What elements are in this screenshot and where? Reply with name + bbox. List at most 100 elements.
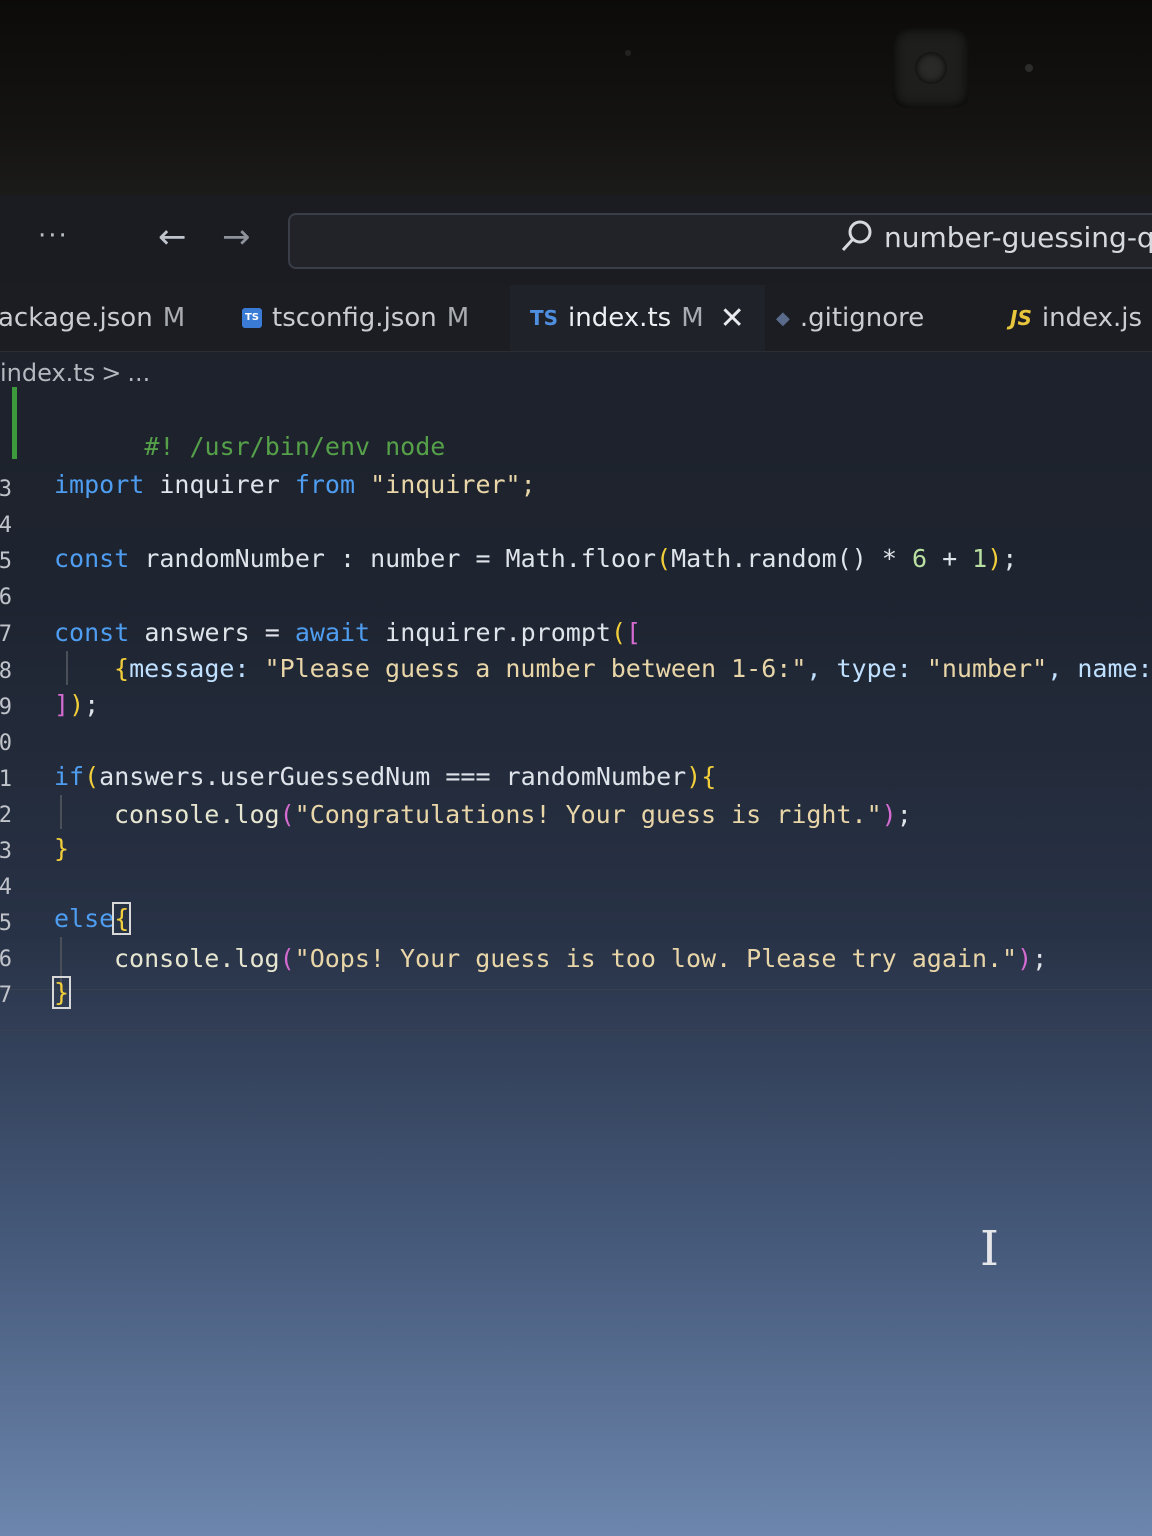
line-number: 7	[0, 983, 12, 1008]
string-token: "inquirer";	[355, 470, 536, 499]
semicolon-token: ;	[1002, 544, 1018, 573]
keyword-token: if	[54, 762, 85, 791]
string-token: "Please guess a number between 1-6:"	[264, 654, 807, 683]
function-token: console.log	[114, 800, 280, 829]
bracket-token: )	[1017, 944, 1033, 973]
function-token: console.log	[114, 944, 280, 973]
line-number: 4	[0, 875, 12, 900]
camera-indicator	[1025, 64, 1033, 72]
code-line-import: import inquirer from "inquirer";	[54, 467, 536, 503]
identifier-token: Math.random() *	[671, 544, 912, 573]
tab-tsconfig-json[interactable]: TS tsconfig.json M	[242, 285, 469, 351]
bracket-token: (	[84, 762, 100, 791]
bracket-token: )	[987, 544, 1003, 573]
identifier-token: answers.userGuessedNum === randomNumber	[99, 762, 687, 791]
git-added-indicator	[12, 387, 17, 459]
modified-badge: M	[446, 303, 470, 333]
modified-badge: M	[681, 303, 704, 333]
bracket-token: {	[701, 762, 717, 791]
line-number: 0	[0, 731, 12, 756]
line-number: 4	[0, 513, 12, 538]
number-token: 6	[911, 544, 928, 573]
arrow-left-icon[interactable]: ←	[158, 217, 187, 257]
line-number: 9	[0, 695, 12, 720]
semicolon-token: ;	[1032, 944, 1048, 973]
javascript-file-icon: JS	[1010, 306, 1032, 330]
line-number: 5	[0, 549, 12, 574]
bracket-token: (	[279, 800, 295, 829]
code-line-prompt-object: {message: "Please guess a number between…	[114, 651, 1152, 687]
tab-index-js[interactable]: JS index.js M	[1010, 285, 1152, 351]
identifier-token: answers =	[129, 618, 295, 647]
breadcrumb-more[interactable]: ...	[127, 359, 150, 387]
identifier-token: randomNumber : number = Math.floor	[129, 544, 657, 573]
title-bar: ··· ← → number-guessing-qui	[0, 195, 1152, 285]
tab-gitignore[interactable]: ◆ .gitignore	[776, 285, 924, 351]
bracket-token: )	[69, 690, 85, 719]
search-text: number-guessing-qui	[884, 221, 1152, 254]
code-line-answers: const answers = await inquirer.prompt([	[54, 615, 641, 651]
tab-label: ackage.json	[0, 303, 153, 333]
modified-badge: M	[162, 303, 186, 333]
line-number: 6	[0, 947, 12, 972]
line-number: 3	[0, 839, 12, 864]
code-line-else: else{	[54, 901, 132, 937]
code-line-else-close: }	[51, 975, 72, 1011]
semicolon-token: ;	[896, 800, 912, 829]
keyword-token: const	[54, 618, 130, 647]
indent-guide	[60, 795, 62, 829]
tab-label: tsconfig.json	[272, 303, 437, 333]
bracket-token: {	[112, 902, 132, 935]
search-icon	[841, 220, 872, 252]
indent-guide	[66, 651, 68, 685]
string-token: "number"	[926, 654, 1048, 683]
arrow-right-icon[interactable]: →	[222, 217, 251, 257]
laptop-bezel	[0, 0, 1152, 195]
string-token: "Oops! Your guess is too low. Please try…	[294, 944, 1018, 973]
code-line-if: if(answers.userGuessedNum === randomNumb…	[54, 759, 716, 795]
line-number: 6	[0, 585, 12, 610]
operator-token: +	[927, 544, 973, 573]
breadcrumb-file[interactable]: index.ts	[0, 359, 95, 387]
number-token: 1	[972, 544, 988, 573]
property-token: , type:	[806, 654, 927, 683]
tab-label: index.js	[1041, 303, 1143, 333]
code-line-prompt-close: ]);	[54, 687, 99, 723]
code-line-oops: console.log("Oops! Your guess is too low…	[114, 941, 1047, 977]
tab-package-json[interactable]: ackage.json M	[0, 285, 185, 351]
line-number: 2	[0, 803, 12, 828]
line-number: 8	[0, 659, 12, 684]
line-number: 3	[0, 477, 12, 502]
more-actions-button[interactable]: ···	[38, 221, 69, 251]
identifier-token: inquirer	[144, 470, 295, 499]
close-icon[interactable]: ✕	[720, 301, 745, 336]
typescript-file-icon: TS	[530, 306, 559, 330]
text-cursor-icon: I	[980, 1221, 999, 1277]
bracket-token: [	[626, 618, 642, 647]
bracket-token: (	[656, 544, 672, 573]
line-number: 1	[0, 767, 12, 792]
bracket-token: (	[610, 618, 626, 647]
tab-index-ts[interactable]: TS index.ts M ✕	[510, 285, 765, 351]
code-line-congrats: console.log("Congratulations! Your guess…	[114, 797, 912, 833]
code-editor[interactable]: 3 4 5 6 7 8 9 0 1 2 3 4 5 6 7 #! /usr/bi…	[0, 385, 1152, 1536]
current-line-highlight	[0, 989, 1152, 1031]
keyword-token: const	[54, 544, 130, 573]
tab-label: index.ts	[568, 303, 672, 333]
webcam	[893, 28, 969, 108]
keyword-token: import	[54, 470, 145, 499]
comment-token: #! /usr/bin/env node	[144, 432, 446, 461]
string-token: "Congratulations! Your guess is right."	[294, 800, 882, 829]
tab-label: .gitignore	[799, 303, 925, 333]
bracket-token: )	[881, 800, 897, 829]
tsconfig-file-icon: TS	[242, 308, 262, 328]
editor-tab-bar: ackage.json M TS tsconfig.json M TS inde…	[0, 285, 1152, 352]
property-token: message:	[129, 654, 265, 683]
bracket-token: )	[686, 762, 702, 791]
keyword-token: else	[54, 904, 115, 933]
git-file-icon: ◆	[776, 307, 790, 329]
line-number: 5	[0, 911, 12, 936]
code-line-if-close: }	[54, 831, 69, 867]
keyword-token: from	[294, 470, 356, 499]
screen: ··· ← → number-guessing-qui ackage.json …	[0, 195, 1152, 1536]
